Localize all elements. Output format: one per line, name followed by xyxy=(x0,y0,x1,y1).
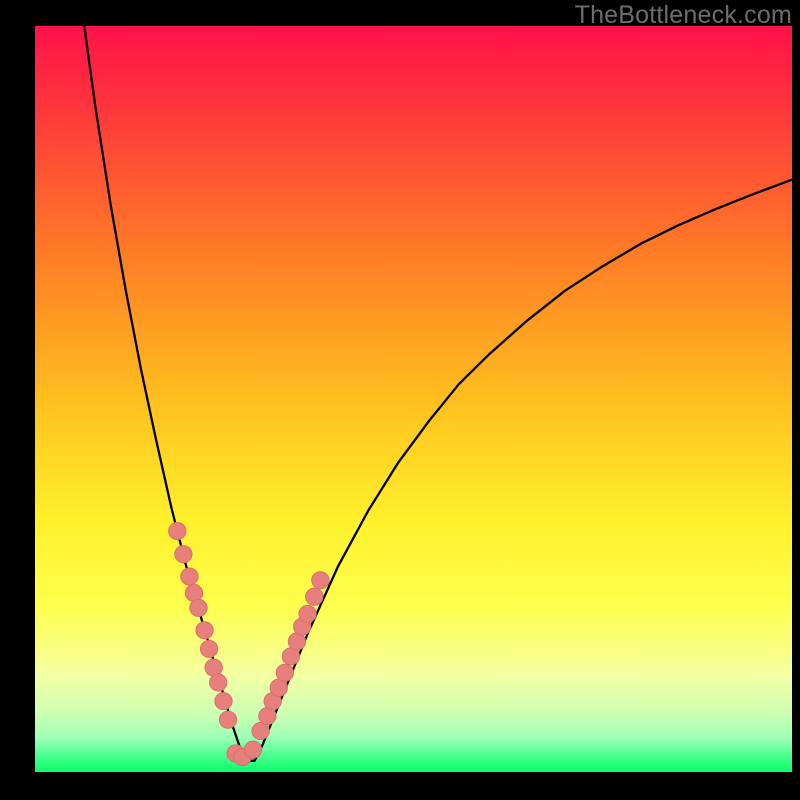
highlight-dot xyxy=(169,522,186,539)
highlight-dot xyxy=(244,741,261,758)
highlight-dot xyxy=(196,622,213,639)
highlight-dot xyxy=(306,588,323,605)
highlight-dot xyxy=(215,693,232,710)
highlight-dot xyxy=(209,674,226,691)
highlight-dot xyxy=(299,605,316,622)
highlight-dot xyxy=(185,584,202,601)
highlight-dot xyxy=(181,568,198,585)
plot-svg xyxy=(35,26,792,772)
chart-frame: TheBottleneck.com xyxy=(0,0,800,800)
highlight-dot xyxy=(205,659,222,676)
highlight-dot xyxy=(219,711,236,728)
gradient-background xyxy=(35,26,792,772)
highlight-dot xyxy=(200,640,217,657)
watermark-text: TheBottleneck.com xyxy=(575,1,792,30)
highlight-dot xyxy=(312,572,329,589)
highlight-dot xyxy=(276,664,293,681)
plot-area xyxy=(35,26,792,772)
highlight-dot xyxy=(175,546,192,563)
highlight-dot xyxy=(190,599,207,616)
